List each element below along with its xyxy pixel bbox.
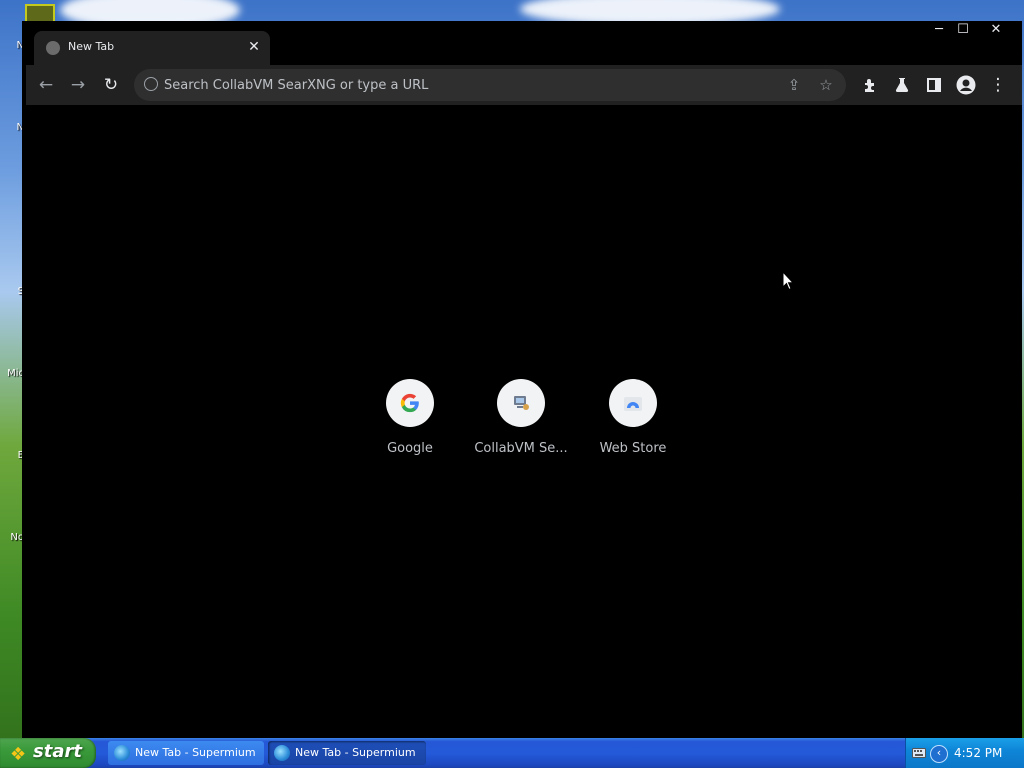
mouse-cursor-icon: [782, 271, 794, 291]
shortcut-label: CollabVM Se...: [474, 441, 568, 456]
start-button[interactable]: ❖ start: [0, 738, 96, 768]
forward-arrow-icon[interactable]: →: [64, 71, 92, 99]
tab-title: New Tab: [68, 40, 115, 53]
title-bar[interactable]: New Tab ✕ ─ ☐ ✕: [22, 21, 1022, 65]
bookmark-star-icon[interactable]: ☆: [814, 73, 838, 97]
tab-close-icon[interactable]: ✕: [244, 37, 264, 57]
taskbar-item-label: New Tab - Supermium: [295, 746, 416, 759]
shortcut-collabvm[interactable]: CollabVM Se...: [473, 379, 569, 469]
taskbar-item-supermium-active[interactable]: New Tab - Supermium: [268, 741, 426, 765]
collabvm-icon: [497, 379, 545, 427]
desktop-icon-label-fragment[interactable]: Mic: [0, 368, 24, 379]
desktop-icon-label-fragment[interactable]: E: [0, 450, 24, 461]
clock[interactable]: 4:52 PM: [954, 746, 1002, 760]
back-arrow-icon[interactable]: ←: [32, 71, 60, 99]
labs-flask-icon[interactable]: [888, 71, 916, 99]
desktop-icon-label-fragment[interactable]: S: [0, 286, 24, 297]
taskbar-item-supermium[interactable]: New Tab - Supermium: [108, 741, 264, 765]
address-input[interactable]: [164, 69, 764, 101]
side-panel-icon[interactable]: [920, 71, 948, 99]
shortcut-google[interactable]: Google: [362, 379, 458, 469]
tab-new-tab[interactable]: New Tab ✕: [34, 31, 270, 65]
google-icon: [386, 379, 434, 427]
windows-flag-icon: ❖: [10, 744, 27, 765]
desktop-icon-label-fragment[interactable]: N: [0, 122, 24, 133]
close-window-button[interactable]: ✕: [981, 21, 1011, 39]
browser-window: New Tab ✕ ─ ☐ ✕ ← → ↻ ⇪ ☆ ⋮: [22, 21, 1022, 738]
supermium-icon: [274, 745, 290, 761]
desktop-icon-label-fragment[interactable]: N: [0, 40, 24, 51]
keyboard-icon[interactable]: [912, 747, 926, 761]
webstore-icon: [609, 379, 657, 427]
shortcut-label: Google: [387, 441, 433, 456]
system-tray: ‹ 4:52 PM: [905, 738, 1024, 768]
browser-toolbar: ← → ↻ ⇪ ☆ ⋮: [26, 65, 1022, 105]
show-hidden-icons-chevron-icon[interactable]: ‹: [930, 745, 948, 763]
shortcut-label: Web Store: [599, 441, 667, 456]
reload-icon[interactable]: ↻: [97, 71, 125, 99]
profile-avatar-icon[interactable]: [952, 71, 980, 99]
desktop-icon-label-fragment[interactable]: No: [0, 532, 24, 543]
new-tab-page: Google CollabVM Se... Web Store: [22, 105, 1022, 738]
shortcut-web-store[interactable]: Web Store: [585, 379, 681, 469]
taskbar-item-label: New Tab - Supermium: [135, 746, 256, 759]
site-info-icon[interactable]: [144, 77, 158, 91]
extensions-icon[interactable]: [856, 71, 884, 99]
taskbar: ❖ start New Tab - Supermium New Tab - Su…: [0, 738, 1024, 768]
share-icon[interactable]: ⇪: [782, 73, 806, 97]
menu-kebab-icon[interactable]: ⋮: [984, 71, 1012, 99]
start-label: start: [33, 741, 82, 762]
tab-favicon-icon: [46, 41, 60, 55]
omnibox[interactable]: ⇪ ☆: [134, 69, 846, 101]
supermium-icon: [114, 745, 130, 761]
maximize-button[interactable]: ☐: [948, 21, 978, 39]
